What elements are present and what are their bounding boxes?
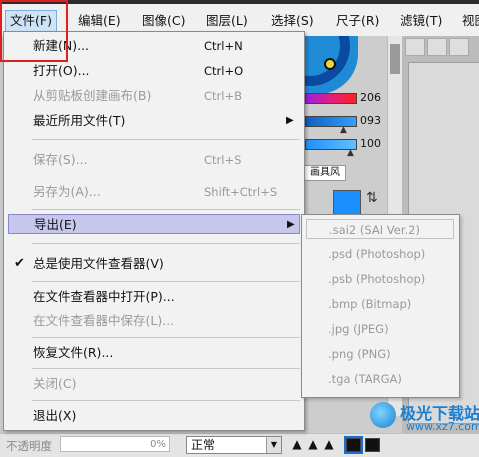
menu-item-shortcut: Ctrl+B — [204, 89, 242, 103]
navigator-buttons — [405, 38, 479, 56]
menu-item-label: 打开(O)... — [33, 63, 90, 78]
menu-item-recent-files[interactable]: 最近所用文件(T) ▶ — [8, 111, 298, 131]
menu-item-label: 导出(E) — [34, 217, 77, 232]
menu-separator — [32, 139, 300, 140]
menu-edit[interactable]: 编辑(E) — [74, 11, 125, 31]
blend-mode-select[interactable]: 正常 ▼ — [186, 436, 282, 454]
menu-item-label: 总是使用文件查看器(V) — [33, 256, 164, 271]
export-item-label: .jpg (JPEG) — [328, 322, 389, 336]
primary-color-swatch[interactable] — [333, 190, 361, 216]
nav-button-3[interactable] — [449, 38, 469, 56]
menu-separator — [32, 400, 300, 401]
color-slider-1[interactable] — [305, 93, 357, 104]
export-item-label: .bmp (Bitmap) — [328, 297, 412, 311]
menu-item-label: 最近所用文件(T) — [33, 113, 126, 128]
menu-item-open-in-file-viewer[interactable]: 在文件查看器中打开(P)... — [8, 287, 298, 307]
export-submenu: .sai2 (SAI Ver.2) .psd (Photoshop) .psb … — [301, 214, 460, 398]
menu-item-label: 在文件查看器中保存(L)... — [33, 313, 175, 328]
brush-texture-chips — [344, 436, 384, 455]
color-wheel-picker[interactable] — [324, 58, 336, 70]
bottom-toolbar: 不透明度 0% 正常 ▼ ▲ ▲ ▲ — [0, 433, 479, 457]
menu-item-shortcut: Ctrl+O — [204, 64, 244, 78]
nav-button-1[interactable] — [405, 38, 425, 56]
menu-item-close: 关闭(C) — [8, 374, 298, 394]
menu-item-label: 关闭(C) — [33, 376, 77, 391]
brush-shape-icon-1[interactable]: ▲ — [290, 436, 304, 452]
menu-separator — [32, 337, 300, 338]
menu-item-shortcut: Ctrl+S — [204, 153, 242, 167]
export-item-label: .psb (Photoshop) — [328, 272, 426, 286]
menu-item-open[interactable]: 打开(O)... Ctrl+O — [8, 61, 298, 81]
menu-item-label: 另存为(A)... — [33, 184, 101, 199]
opacity-label: 不透明度 — [6, 439, 52, 453]
checkmark-icon: ✔ — [14, 256, 25, 271]
menu-image[interactable]: 图像(C) — [138, 11, 189, 31]
nav-button-2[interactable] — [427, 38, 447, 56]
menu-item-save: 保存(S)... Ctrl+S — [8, 150, 298, 170]
menu-separator — [32, 368, 300, 369]
watermark-url: www.xz7.com — [406, 420, 479, 433]
export-item-psb: .psb (Photoshop) — [306, 269, 454, 289]
watermark-logo — [370, 402, 396, 428]
menu-item-always-use-file-viewer[interactable]: ✔ 总是使用文件查看器(V) — [8, 254, 298, 274]
panel-tab[interactable]: 画具风 — [304, 165, 346, 181]
brush-shape-icon-3[interactable]: ▲ — [322, 436, 336, 452]
chevron-down-icon: ▼ — [266, 437, 281, 453]
watermark: 极光下载站 www.xz7.com — [370, 400, 479, 434]
slider-2-value: 093 — [360, 114, 381, 127]
export-item-psd: .psd (Photoshop) — [306, 244, 454, 264]
scrollbar-thumb[interactable] — [390, 44, 400, 74]
menu-item-recover-file[interactable]: 恢复文件(R)... — [8, 343, 298, 363]
menu-item-label: 退出(X) — [33, 408, 77, 423]
export-item-tga: .tga (TARGA) — [306, 369, 454, 389]
color-slider-2[interactable] — [305, 116, 357, 127]
menu-item-export[interactable]: 导出(E) ▶ — [8, 214, 300, 234]
menu-separator — [32, 243, 300, 244]
brush-shape-icon-2[interactable]: ▲ — [306, 436, 320, 452]
menu-item-exit[interactable]: 退出(X) — [8, 406, 298, 426]
menu-ruler[interactable]: 尺子(R) — [332, 11, 383, 31]
menu-view[interactable]: 视图 — [458, 11, 479, 31]
swap-colors-icon[interactable]: ⇅ — [366, 190, 378, 206]
export-item-label: .psd (Photoshop) — [328, 247, 426, 261]
slider-3-value: 100 — [360, 137, 381, 150]
submenu-arrow-icon: ▶ — [287, 219, 295, 230]
export-item-jpg: .jpg (JPEG) — [306, 319, 454, 339]
export-item-sai2: .sai2 (SAI Ver.2) — [306, 219, 454, 239]
menu-separator — [32, 209, 300, 210]
menu-item-shortcut: Shift+Ctrl+S — [204, 185, 278, 199]
submenu-arrow-icon: ▶ — [286, 115, 294, 126]
slider-2-caret: ▲ — [340, 125, 347, 135]
export-item-label: .sai2 (SAI Ver.2) — [329, 223, 420, 237]
blend-mode-value: 正常 — [191, 438, 216, 452]
menu-item-save-as: 另存为(A)... Shift+Ctrl+S — [8, 182, 298, 202]
annotation-highlight-box — [0, 0, 68, 62]
slider-1-value: 206 — [360, 91, 381, 104]
menu-item-label: 在文件查看器中打开(P)... — [33, 289, 175, 304]
opacity-field[interactable]: 0% — [60, 436, 170, 452]
export-item-label: .png (PNG) — [328, 347, 391, 361]
export-item-label: .tga (TARGA) — [328, 372, 402, 386]
menu-item-save-in-file-viewer: 在文件查看器中保存(L)... — [8, 311, 298, 331]
export-item-bmp: .bmp (Bitmap) — [306, 294, 454, 314]
menu-item-label: 从剪贴板创建画布(B) — [33, 88, 152, 103]
file-menu: 新建(N)... Ctrl+N 打开(O)... Ctrl+O 从剪贴板创建画布… — [3, 31, 305, 431]
menu-separator — [32, 281, 300, 282]
menu-item-new-from-clipboard: 从剪贴板创建画布(B) Ctrl+B — [8, 86, 298, 106]
menu-item-shortcut: Ctrl+N — [204, 39, 243, 53]
brush-chip-1[interactable] — [344, 436, 363, 454]
menu-filter[interactable]: 滤镜(T) — [396, 11, 446, 31]
menu-layer[interactable]: 图层(L) — [202, 11, 252, 31]
menu-item-label: 恢复文件(R)... — [33, 345, 114, 360]
slider-3-caret: ▲ — [347, 148, 354, 158]
menu-item-label: 保存(S)... — [33, 152, 88, 167]
brush-chip-2[interactable] — [365, 438, 380, 452]
menu-select[interactable]: 选择(S) — [267, 11, 318, 31]
export-item-png: .png (PNG) — [306, 344, 454, 364]
